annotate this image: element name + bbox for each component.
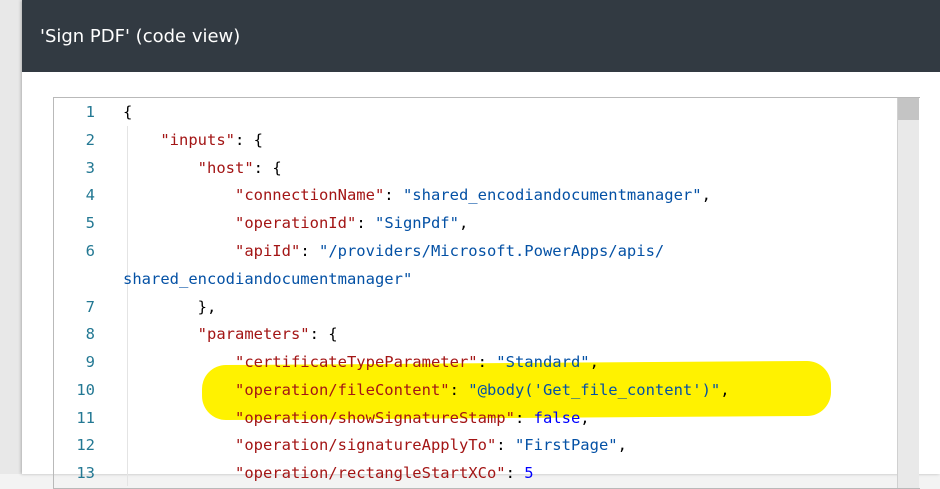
json-punctuation: , — [589, 353, 599, 371]
vertical-scrollbar[interactable] — [897, 98, 919, 488]
code-line: "apiId": "/providers/Microsoft.PowerApps… — [123, 241, 664, 261]
json-punctuation: , — [458, 214, 469, 232]
code-line: "inputs": { — [123, 130, 263, 150]
json-punctuation: : — [514, 409, 534, 427]
json-punctuation — [123, 353, 235, 371]
json-key: "operation/rectangleStartXCo" — [234, 464, 506, 482]
json-string: "@body('Get_file_content')" — [468, 381, 721, 399]
panel-header: 'Sign PDF' (code view) — [22, 0, 940, 72]
line-number: 10 — [76, 381, 95, 399]
line-number: 9 — [85, 353, 95, 371]
json-punctuation: }, — [123, 298, 217, 316]
json-punctuation — [123, 214, 235, 232]
json-punctuation: : { — [253, 159, 282, 177]
code-line: "connectionName": "shared_encodiandocume… — [123, 185, 711, 205]
code-line: }, — [123, 297, 217, 317]
json-punctuation — [123, 409, 235, 427]
line-number: 6 — [85, 242, 95, 260]
json-punctuation — [123, 381, 235, 399]
json-key: "connectionName" — [234, 186, 385, 204]
json-punctuation: , — [580, 409, 590, 427]
json-punctuation: : — [384, 186, 403, 204]
line-number: 7 — [85, 298, 95, 316]
json-key: "apiId" — [234, 242, 301, 260]
json-punctuation — [123, 325, 198, 343]
code-line: "certificateTypeParameter": "Standard", — [123, 352, 599, 372]
code-line: "parameters": { — [123, 324, 338, 344]
json-key: "operationId" — [234, 214, 357, 232]
line-number: 5 — [85, 214, 95, 232]
json-punctuation: { — [123, 103, 133, 121]
json-string: shared_encodiandocumentmanager" — [123, 270, 413, 288]
json-punctuation — [123, 242, 235, 260]
json-punctuation: : { — [234, 131, 263, 149]
json-key: "operation/fileContent" — [234, 381, 450, 399]
code-line: { — [123, 102, 132, 122]
line-number: 4 — [85, 186, 95, 204]
json-punctuation: , — [701, 186, 711, 204]
json-punctuation: : — [496, 436, 515, 454]
json-key: "operation/signatureApplyTo" — [234, 436, 497, 454]
json-string: "SignPdf" — [374, 214, 459, 232]
json-key: "parameters" — [197, 325, 310, 343]
json-key: "operation/showSignatureStamp" — [234, 409, 515, 427]
json-literal: 5 — [524, 464, 534, 482]
code-line: "operation/fileContent": "@body('Get_fil… — [123, 380, 730, 400]
json-punctuation: , — [720, 381, 730, 399]
line-number: 11 — [76, 409, 95, 427]
code-line: "operation/rectangleStartXCo": 5 — [123, 463, 534, 483]
json-literal: false — [533, 409, 581, 427]
code-line: "operation/signatureApplyTo": "FirstPage… — [123, 435, 627, 455]
code-line: shared_encodiandocumentmanager" — [123, 269, 412, 289]
json-string: "Standard" — [496, 353, 590, 371]
json-punctuation — [123, 159, 198, 177]
code-editor[interactable]: 1 2 3 4 5 6 7 8 9 10 11 12 13 { "inputs": { "host": … — [53, 97, 920, 489]
json-key: "certificateTypeParameter" — [234, 353, 478, 371]
code-line: "host": { — [123, 158, 282, 178]
json-punctuation: , — [617, 436, 627, 454]
json-key: "inputs" — [160, 131, 235, 149]
code-line: "operation/showSignatureStamp": false, — [123, 408, 590, 428]
line-number: 3 — [85, 159, 95, 177]
panel-title: 'Sign PDF' (code view) — [40, 26, 241, 47]
json-punctuation — [123, 464, 235, 482]
line-number: 2 — [85, 131, 95, 149]
json-punctuation — [123, 131, 160, 149]
json-punctuation — [123, 186, 235, 204]
json-punctuation: : — [449, 381, 469, 399]
scrollbar-thumb[interactable] — [898, 98, 919, 120]
line-number: 13 — [76, 464, 95, 482]
background-strip — [0, 0, 22, 474]
json-string: "/providers/Microsoft.PowerApps/apis/ — [318, 242, 665, 260]
line-number: 8 — [85, 325, 95, 343]
json-punctuation: : — [300, 242, 319, 260]
json-punctuation: : — [505, 464, 525, 482]
json-string: "shared_encodiandocumentmanager" — [402, 186, 702, 204]
json-punctuation: : — [477, 353, 497, 371]
code-line: "operationId": "SignPdf", — [123, 213, 468, 233]
line-number: 12 — [76, 436, 95, 454]
line-number-gutter: 1 2 3 4 5 6 7 8 9 10 11 12 13 — [54, 98, 111, 488]
json-string: "FirstPage" — [514, 436, 618, 454]
json-punctuation: : — [356, 214, 375, 232]
line-number: 1 — [85, 103, 95, 121]
json-punctuation — [123, 436, 235, 454]
json-key: "host" — [197, 159, 254, 177]
json-punctuation: : { — [309, 325, 338, 343]
